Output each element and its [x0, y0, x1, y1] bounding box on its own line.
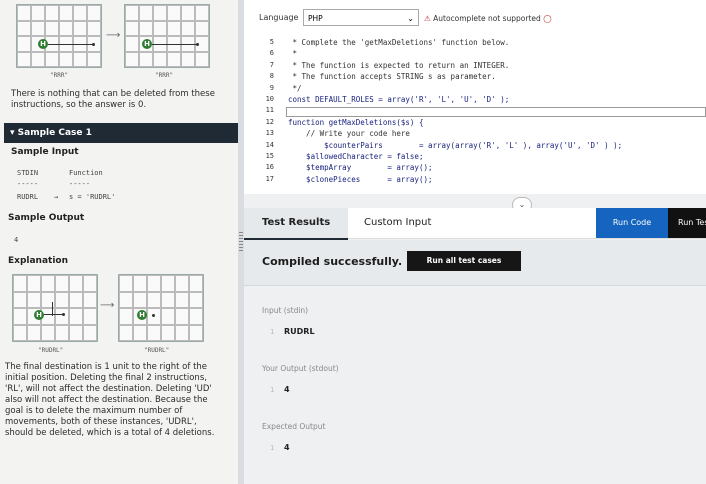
- arrow-right-icon: ⟶: [100, 300, 115, 311]
- end-point-marker: [196, 43, 199, 46]
- tab-test-results[interactable]: Test Results: [244, 208, 349, 240]
- function-value: s = 'RUDRL': [69, 193, 116, 201]
- path-line: [52, 302, 53, 316]
- end-point-marker: [92, 43, 95, 46]
- language-select[interactable]: PHP ⌄: [303, 9, 419, 26]
- problem-description-panel: H ⟶ H "RRR" "RRR" There is nothing that …: [0, 0, 238, 484]
- code-line[interactable]: * The function accepts STRING s as param…: [288, 72, 496, 81]
- your-output-label: Your Output (stdout): [262, 364, 339, 373]
- chevron-down-icon: ⌄: [407, 14, 414, 23]
- code-line[interactable]: $allowedCharacter = false;: [288, 152, 423, 161]
- explanation-heading: Explanation: [8, 256, 69, 266]
- stdin-separator: -----: [17, 180, 39, 188]
- start-marker-icon: H: [38, 39, 48, 49]
- grid-caption-after: "RRR": [155, 72, 174, 79]
- line-number: 10: [265, 95, 274, 103]
- editor-toolbar: Language PHP ⌄ ⚠ Autocomplete not suppor…: [244, 0, 706, 35]
- code-line[interactable]: * Complete the 'getMaxDeletions' functio…: [288, 38, 510, 47]
- run-all-test-cases-button[interactable]: Run all test cases: [407, 251, 521, 271]
- stdin-value: RUDRL: [17, 193, 39, 201]
- arrow-icon: →: [54, 193, 59, 201]
- line-number: 6: [269, 49, 274, 58]
- sample-input-heading: Sample Input: [11, 147, 79, 157]
- sample-case-title: Sample Case 1: [17, 128, 92, 138]
- code-line[interactable]: $counterPairs = array(array('R', 'L' ), …: [288, 141, 622, 150]
- tab-custom-input[interactable]: Custom Input: [346, 208, 449, 238]
- line-number: 12: [265, 117, 274, 126]
- function-header: Function: [69, 169, 103, 177]
- code-line[interactable]: * The function is expected to return an …: [288, 61, 510, 70]
- language-label: Language: [259, 13, 299, 22]
- line-number: 17: [265, 174, 274, 183]
- warning-icon: ⚠: [424, 14, 431, 23]
- end-point-marker: [62, 313, 65, 316]
- input-line-number: 1: [270, 328, 275, 336]
- editor-panel: Language PHP ⌄ ⚠ Autocomplete not suppor…: [244, 0, 706, 484]
- code-line[interactable]: */: [288, 84, 302, 93]
- test-results-panel: Compiled successfully. Run all test case…: [244, 240, 706, 484]
- input-label: Input (stdin): [262, 306, 309, 315]
- grid-diagram-after: [124, 4, 210, 68]
- collapse-triangle-icon: ▾: [10, 128, 18, 138]
- arrow-right-icon: ⟶: [106, 30, 121, 41]
- output-value: 4: [284, 385, 290, 394]
- code-line[interactable]: *: [288, 49, 298, 58]
- grid-caption-before: "RUDRL": [38, 347, 64, 354]
- explanation-text: The final destination is 1 unit to the r…: [5, 362, 215, 438]
- active-line-highlight: [286, 107, 706, 117]
- line-number: 14: [265, 140, 274, 149]
- explanation-text: There is nothing that can be deleted fro…: [11, 89, 215, 110]
- sample-case-header[interactable]: ▾ Sample Case 1: [4, 123, 238, 143]
- code-editor[interactable]: 5 * Complete the 'getMaxDeletions' funct…: [244, 34, 706, 194]
- line-number: 7: [269, 60, 274, 69]
- end-point-marker: [152, 314, 155, 317]
- compile-status: Compiled successfully.: [262, 255, 403, 268]
- autocomplete-warning: ⚠ Autocomplete not supported ◯: [424, 14, 552, 23]
- code-line[interactable]: $clonePieces = array();: [288, 175, 432, 184]
- grid-diagram-after: [118, 274, 204, 342]
- grid-diagram-before: [16, 4, 102, 68]
- drag-grip-icon: [239, 232, 243, 252]
- info-icon[interactable]: ◯: [543, 14, 551, 23]
- expected-value: 4: [284, 443, 290, 452]
- sample-output-value: 4: [14, 236, 19, 244]
- grid-diagram-before: [12, 274, 98, 342]
- language-value: PHP: [308, 14, 323, 23]
- code-line[interactable]: const DEFAULT_ROLES = array('R', 'L', 'U…: [288, 95, 509, 104]
- line-number: 9: [269, 83, 274, 92]
- warning-text: Autocomplete not supported: [433, 14, 541, 23]
- run-tests-button[interactable]: Run Tests: [668, 208, 706, 238]
- input-value: RUDRL: [284, 327, 315, 336]
- path-line: [48, 44, 94, 45]
- line-number: 8: [269, 72, 274, 81]
- code-line[interactable]: $tempArray = array();: [288, 163, 432, 172]
- grid-caption-after: "RUDRL": [144, 347, 170, 354]
- expected-output-label: Expected Output: [262, 422, 326, 431]
- code-line[interactable]: // Write your code here: [288, 129, 410, 138]
- results-tabs: Test Results Custom Input Run Code Run T…: [244, 208, 706, 240]
- grid-caption-before: "RRR": [50, 72, 69, 79]
- path-line: [44, 314, 64, 315]
- output-details: Input (stdin) 1 RUDRL Your Output (stdou…: [244, 285, 706, 484]
- path-line: [152, 44, 198, 45]
- line-number: 16: [265, 163, 274, 172]
- stdin-header: STDIN: [17, 169, 39, 177]
- start-marker-icon: H: [137, 310, 147, 320]
- start-marker-icon: H: [142, 39, 152, 49]
- line-number: 5: [269, 38, 274, 46]
- line-number: 11: [265, 106, 274, 115]
- sample-output-heading: Sample Output: [8, 213, 85, 223]
- run-code-button[interactable]: Run Code: [596, 208, 668, 238]
- code-line[interactable]: function getMaxDeletions($s) {: [288, 118, 423, 127]
- line-number: 13: [265, 129, 274, 138]
- output-line-number: 1: [270, 386, 275, 394]
- expected-line-number: 1: [270, 444, 275, 452]
- line-number: 15: [265, 152, 274, 160]
- start-marker-icon: H: [34, 310, 44, 320]
- function-separator: -----: [69, 180, 91, 188]
